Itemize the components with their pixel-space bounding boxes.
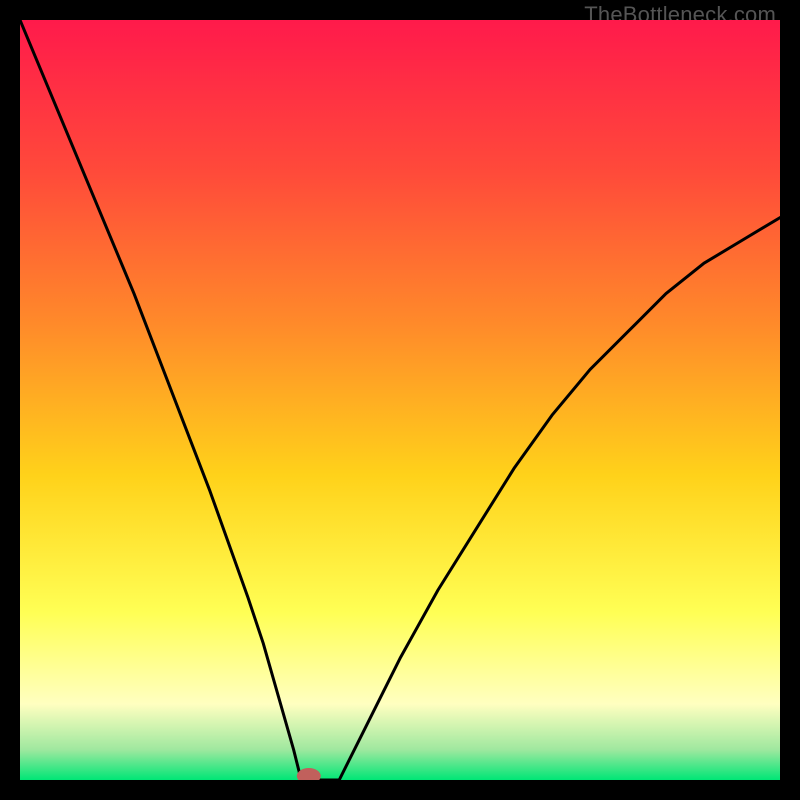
chart-svg — [20, 20, 780, 780]
gradient-background — [20, 20, 780, 780]
chart-frame — [20, 20, 780, 780]
